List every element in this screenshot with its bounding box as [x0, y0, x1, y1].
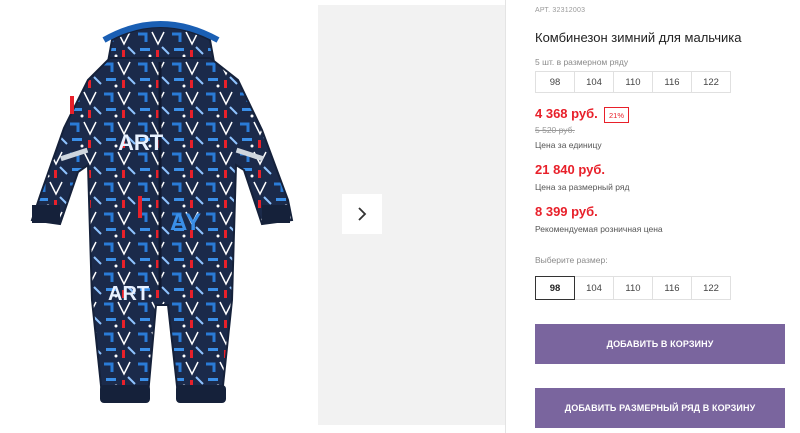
product-title: Комбинезон зимний для мальчика — [535, 30, 742, 45]
retail-price: 8 399 руб. — [535, 204, 598, 219]
add-to-cart-button[interactable]: ДОБАВИТЬ В КОРЗИНУ — [535, 324, 785, 364]
pack-sizes-label: 5 шт. в размерном ряду — [535, 57, 629, 67]
svg-text:ART: ART — [118, 130, 164, 155]
unit-price-caption: Цена за единицу — [535, 140, 602, 150]
svg-text:AY: AY — [170, 209, 201, 236]
column-divider — [505, 0, 506, 433]
pack-sizes-row: 98 104 110 116 122 — [535, 71, 731, 93]
pack-size: 122 — [691, 71, 731, 93]
snowsuit-image: ART AY ART — [30, 21, 294, 403]
old-price: 5 520 руб. — [535, 125, 575, 135]
size-option[interactable]: 110 — [613, 276, 653, 300]
product-photo[interactable]: ART AY ART — [0, 0, 318, 428]
product-gallery: ART AY ART — [0, 0, 505, 433]
pack-size: 110 — [613, 71, 653, 93]
size-option[interactable]: 116 — [652, 276, 692, 300]
chevron-right-icon — [358, 207, 367, 221]
pack-size: 98 — [535, 71, 575, 93]
pack-price: 21 840 руб. — [535, 162, 606, 177]
add-pack-to-cart-button[interactable]: ДОБАВИТЬ РАЗМЕРНЫЙ РЯД В КОРЗИНУ — [535, 388, 785, 428]
size-option[interactable]: 104 — [574, 276, 614, 300]
retail-price-caption: Рекомендуемая розничная цена — [535, 224, 663, 234]
choose-size-label: Выберите размер: — [535, 255, 608, 265]
svg-text:ART: ART — [108, 283, 149, 305]
size-selector: 98 104 110 116 122 — [535, 276, 731, 300]
size-option-selected[interactable]: 98 — [535, 276, 575, 300]
unit-price: 4 368 руб. — [535, 106, 598, 121]
discount-badge: 21% — [604, 107, 629, 123]
pack-price-caption: Цена за размерный ряд — [535, 182, 630, 192]
pack-size: 104 — [574, 71, 614, 93]
pack-size: 116 — [652, 71, 692, 93]
product-sku: АРТ. 32312003 — [535, 7, 586, 14]
size-option[interactable]: 122 — [691, 276, 731, 300]
next-image-button[interactable] — [342, 194, 382, 234]
